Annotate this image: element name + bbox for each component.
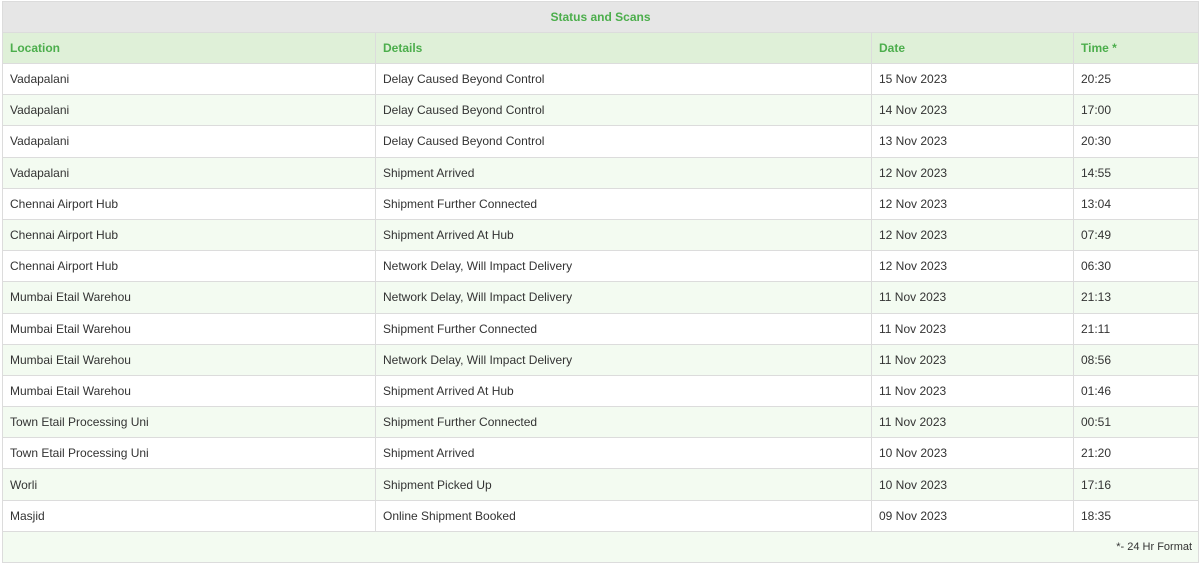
cell-details: Shipment Further Connected xyxy=(375,312,872,345)
cell-time: 06:30 xyxy=(1072,250,1200,283)
cell-date: 11 Nov 2023 xyxy=(871,343,1074,376)
table-footer-row: *- 24 Hr Format xyxy=(1,530,1200,563)
cell-time: 07:49 xyxy=(1072,218,1200,252)
cell-time: 13:04 xyxy=(1072,187,1200,220)
status-scans-table: Status and Scans Location Details Date T… xyxy=(1,1,1200,563)
cell-location: Mumbai Etail Warehou xyxy=(2,343,376,376)
cell-date: 12 Nov 2023 xyxy=(871,156,1074,189)
cell-details: Shipment Arrived xyxy=(375,156,872,189)
cell-details: Delay Caused Beyond Control xyxy=(375,125,872,158)
cell-location: Chennai Airport Hub xyxy=(2,187,376,220)
table-title: Status and Scans xyxy=(1,1,1200,33)
cell-location: Chennai Airport Hub xyxy=(2,218,376,252)
cell-details: Shipment Further Connected xyxy=(375,406,872,439)
cell-date: 12 Nov 2023 xyxy=(871,218,1074,252)
table-row: Mumbai Etail Warehou Shipment Arrived At … xyxy=(2,374,1200,408)
cell-location: Mumbai Etail Warehou xyxy=(2,312,376,345)
table-row: Mumbai Etail Warehou Network Delay, Will … xyxy=(2,281,1200,314)
cell-location: Mumbai Etail Warehou xyxy=(2,281,376,314)
cell-date: 10 Nov 2023 xyxy=(871,468,1074,501)
cell-time: 20:30 xyxy=(1072,125,1200,158)
table-row: Vadapalani Shipment Arrived 12 Nov 2023 14:… xyxy=(2,156,1200,189)
cell-date: 15 Nov 2023 xyxy=(871,62,1074,96)
cell-date: 11 Nov 2023 xyxy=(871,374,1074,408)
table-row: Chennai Airport Hub Network Delay, Will I… xyxy=(2,250,1200,283)
cell-location: Vadapalani xyxy=(2,94,376,127)
table-row: Vadapalani Delay Caused Beyond Control 15 … xyxy=(2,62,1200,96)
cell-details: Shipment Further Connected xyxy=(375,187,872,220)
cell-time: 18:35 xyxy=(1072,499,1200,532)
cell-location: Vadapalani xyxy=(2,156,376,189)
cell-details: Network Delay, Will Impact Delivery xyxy=(375,281,872,314)
table-header-row: Location Details Date Time * xyxy=(2,32,1200,64)
table-row: Worli Shipment Picked Up 10 Nov 2023 17:16 xyxy=(2,468,1200,501)
cell-details: Delay Caused Beyond Control xyxy=(375,94,872,127)
cell-date: 11 Nov 2023 xyxy=(871,312,1074,345)
cell-location: Town Etail Processing Uni xyxy=(2,437,376,470)
cell-details: Network Delay, Will Impact Delivery xyxy=(375,343,872,376)
cell-location: Mumbai Etail Warehou xyxy=(2,374,376,408)
cell-location: Vadapalani xyxy=(2,125,376,158)
table-title-row: Status and Scans xyxy=(1,1,1200,33)
table-row: Town Etail Processing Uni Shipment Furthe… xyxy=(2,406,1200,439)
cell-time: 17:00 xyxy=(1072,94,1200,127)
cell-date: 14 Nov 2023 xyxy=(871,94,1074,127)
cell-time: 01:46 xyxy=(1072,374,1200,408)
cell-date: 10 Nov 2023 xyxy=(871,437,1074,470)
cell-date: 09 Nov 2023 xyxy=(871,499,1074,532)
cell-time: 21:13 xyxy=(1072,281,1200,314)
cell-time: 21:11 xyxy=(1072,312,1200,345)
cell-details: Shipment Arrived xyxy=(375,437,872,470)
cell-date: 11 Nov 2023 xyxy=(871,406,1074,439)
cell-details: Shipment Arrived At Hub xyxy=(375,218,872,252)
column-header-details: Details xyxy=(375,32,872,64)
cell-time: 20:25 xyxy=(1072,62,1200,96)
cell-details: Delay Caused Beyond Control xyxy=(375,62,872,96)
table-row: Vadapalani Delay Caused Beyond Control 13 … xyxy=(2,125,1200,158)
cell-details: Network Delay, Will Impact Delivery xyxy=(375,250,872,283)
cell-time: 14:55 xyxy=(1072,156,1200,189)
table-row: Town Etail Processing Uni Shipment Arrive… xyxy=(2,437,1200,470)
table-row: Vadapalani Delay Caused Beyond Control 14 … xyxy=(2,94,1200,127)
cell-time: 08:56 xyxy=(1072,343,1200,376)
status-scans-panel: Status and Scans Location Details Date T… xyxy=(1,1,1200,563)
column-header-date: Date xyxy=(871,32,1074,64)
table-row: Chennai Airport Hub Shipment Arrived At H… xyxy=(2,218,1200,252)
column-header-time: Time * xyxy=(1072,32,1200,64)
cell-details: Shipment Picked Up xyxy=(375,468,872,501)
cell-location: Town Etail Processing Uni xyxy=(2,406,376,439)
table-row: Mumbai Etail Warehou Shipment Further Con… xyxy=(2,312,1200,345)
cell-details: Online Shipment Booked xyxy=(375,499,872,532)
table-row: Masjid Online Shipment Booked 09 Nov 2023 1… xyxy=(2,499,1200,532)
cell-location: Masjid xyxy=(2,499,376,532)
cell-location: Worli xyxy=(2,468,376,501)
table-row: Mumbai Etail Warehou Network Delay, Will … xyxy=(2,343,1200,376)
cell-details: Shipment Arrived At Hub xyxy=(375,374,872,408)
time-format-footnote: *- 24 Hr Format xyxy=(1,530,1200,563)
cell-date: 12 Nov 2023 xyxy=(871,187,1074,220)
column-header-location: Location xyxy=(2,32,376,64)
cell-location: Chennai Airport Hub xyxy=(2,250,376,283)
cell-location: Vadapalani xyxy=(2,62,376,96)
cell-date: 11 Nov 2023 xyxy=(871,281,1074,314)
cell-date: 12 Nov 2023 xyxy=(871,250,1074,283)
cell-time: 21:20 xyxy=(1072,437,1200,470)
cell-date: 13 Nov 2023 xyxy=(871,125,1074,158)
cell-time: 17:16 xyxy=(1072,468,1200,501)
table-body: Vadapalani Delay Caused Beyond Control 15 … xyxy=(2,62,1200,532)
table-row: Chennai Airport Hub Shipment Further Conn… xyxy=(2,187,1200,220)
cell-time: 00:51 xyxy=(1072,406,1200,439)
